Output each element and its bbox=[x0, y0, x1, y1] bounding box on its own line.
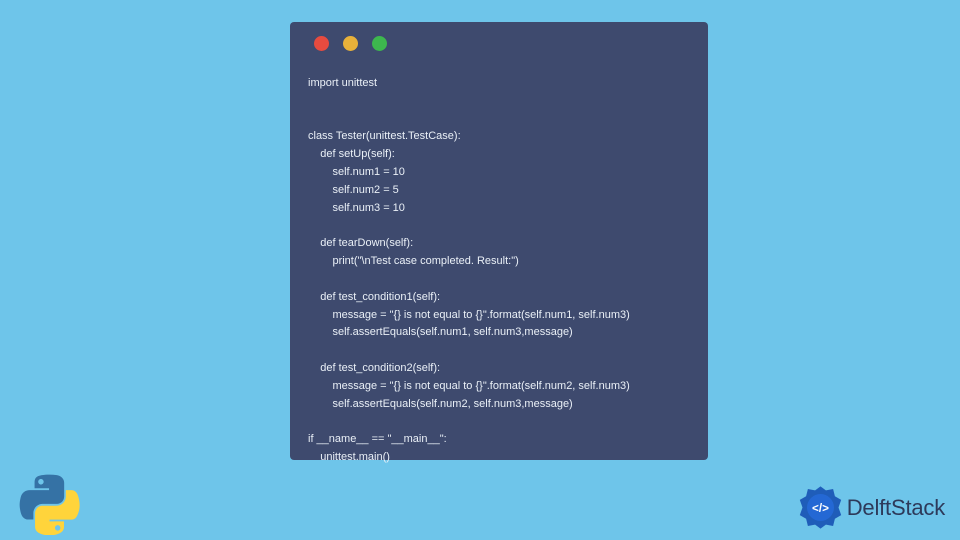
delftstack-label: DelftStack bbox=[847, 495, 945, 521]
python-logo-icon bbox=[18, 473, 80, 535]
minimize-dot-icon bbox=[343, 36, 358, 51]
code-block: import unittest class Tester(unittest.Te… bbox=[308, 75, 690, 467]
delftstack-brand: </> DelftStack bbox=[798, 485, 945, 530]
code-window: import unittest class Tester(unittest.Te… bbox=[290, 22, 708, 460]
close-dot-icon bbox=[314, 36, 329, 51]
traffic-lights bbox=[314, 36, 690, 51]
delftstack-badge-icon: </> bbox=[798, 485, 843, 530]
maximize-dot-icon bbox=[372, 36, 387, 51]
svg-text:</>: </> bbox=[812, 502, 829, 515]
